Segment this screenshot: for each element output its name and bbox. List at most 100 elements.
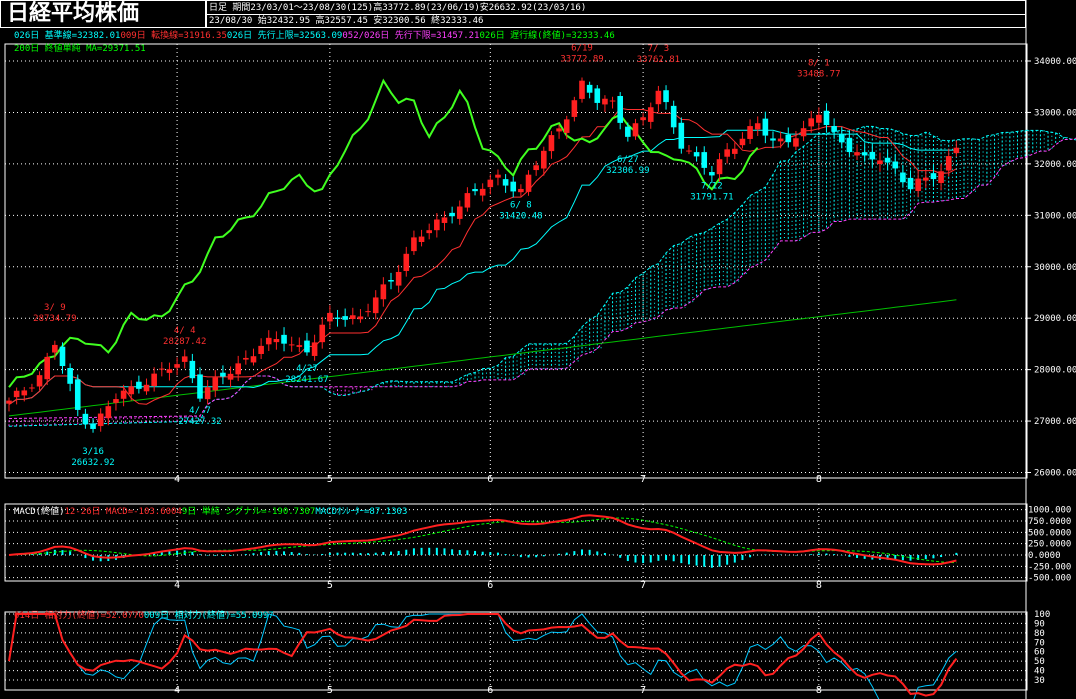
annotation-date: 8/ 1 — [808, 58, 830, 68]
candle-body — [632, 123, 639, 137]
candle-body — [434, 219, 440, 231]
candle-body — [181, 356, 188, 362]
x-tick-label: 7 — [640, 580, 646, 591]
candle-body — [693, 152, 700, 157]
candle-body — [6, 400, 12, 404]
x-tick-label: 8 — [816, 474, 822, 485]
ichimoku-cloud — [8, 126, 1076, 427]
candle-body — [90, 423, 96, 429]
candle-body — [556, 128, 562, 132]
candle-body — [113, 399, 119, 403]
x-tick-label: 5 — [327, 474, 333, 485]
x-tick-label: 4 — [174, 580, 180, 591]
candle-body — [296, 345, 303, 347]
candle-body — [793, 138, 799, 147]
candle-body — [342, 316, 348, 320]
candle-body — [571, 100, 578, 117]
candle-body — [945, 156, 952, 171]
legend-item: 026日 先行上限=32563.09 — [227, 29, 342, 41]
macd-axis-label: 500.0000 — [1028, 528, 1071, 538]
annotation-value: 31420.48 — [499, 212, 542, 222]
candle-body — [403, 253, 410, 271]
candle-body — [869, 151, 876, 160]
candle-body — [395, 271, 402, 286]
candle-body — [739, 138, 746, 146]
candle-body — [785, 134, 792, 143]
candle-body — [418, 236, 425, 243]
annotation-date: 6/ 8 — [510, 201, 532, 211]
candle-body — [105, 406, 112, 419]
legend-item: 009日 相対力(終値)=55.0997 — [144, 609, 274, 621]
candle-body — [923, 177, 929, 181]
candle-body — [372, 297, 379, 314]
x-tick-label: 5 — [327, 580, 333, 591]
price-axis-label: 30000.00 — [1034, 263, 1076, 273]
candle-body — [487, 179, 494, 188]
candle-body — [227, 373, 234, 380]
candle-body — [533, 165, 539, 171]
candle-body — [464, 193, 471, 208]
candle-body — [441, 217, 448, 223]
macd-axis-label: -250.000 — [1028, 562, 1071, 572]
candle-body — [594, 88, 601, 103]
legend-item: MACDｵｼﾚｰﾀｰ=87.1303 — [315, 506, 407, 517]
annotation-value: 28287.42 — [163, 337, 206, 347]
x-tick-label: 6 — [487, 685, 493, 696]
candle-body — [411, 237, 417, 252]
candle-body — [67, 368, 73, 384]
x-tick-label: 4 — [174, 685, 180, 696]
candle-body — [350, 315, 356, 319]
candle-body — [602, 98, 608, 105]
tenkan-line — [8, 107, 957, 405]
candle-body — [197, 374, 203, 399]
candle-body — [930, 173, 937, 180]
candle-body — [36, 375, 43, 387]
candle-body — [44, 356, 50, 380]
annotation-value: 28734.79 — [33, 314, 76, 324]
candle-body — [541, 150, 547, 169]
price-axis-label: 29000.00 — [1034, 314, 1076, 324]
annotation-date: 6/27 — [617, 155, 639, 165]
candle-body — [754, 123, 761, 130]
candle-body — [892, 161, 899, 169]
annotation-value: 33762.81 — [637, 55, 680, 65]
annotation-date: 7/12 — [701, 182, 723, 192]
candle-body — [21, 390, 28, 396]
annotation-date: 4/ 4 — [174, 326, 196, 336]
chart-canvas: 4 4 4 5 5 5 6 6 6 7 7 7 8 8 8 34000.00 33000.00 32000.00 3… — [4, 0, 1076, 699]
annotation-value: 27427.32 — [178, 417, 221, 427]
candle-body — [388, 280, 394, 282]
candle-body — [120, 390, 127, 399]
price-axis-label: 32000.00 — [1034, 160, 1076, 170]
candle-body — [670, 105, 677, 128]
annotation-value: 26632.92 — [71, 458, 114, 468]
candle-body — [579, 80, 585, 99]
legend-item: 12-26日 MACD=-103.6004 — [65, 506, 182, 517]
candle-body — [166, 369, 173, 373]
x-tick-label: 5 — [327, 685, 333, 696]
candle-body — [426, 230, 432, 234]
macd-line — [8, 514, 957, 566]
rsi14-line — [8, 613, 958, 697]
price-axis-label: 27000.00 — [1034, 417, 1076, 427]
annotation-date: 4/ 7 — [189, 406, 211, 416]
candle-body — [304, 340, 310, 353]
candle-body — [900, 172, 906, 183]
candle-body — [510, 181, 517, 192]
candle-body — [548, 135, 555, 152]
candle-body — [884, 157, 891, 163]
candle-body — [854, 152, 860, 156]
macd-axis-label: 0.0000 — [1028, 551, 1061, 561]
candle-body — [380, 284, 387, 300]
legend-item: 009日 転換線=31916.35 — [120, 29, 226, 41]
candle-body — [281, 334, 287, 344]
legend-row: MACD(終値)12-26日 MACD=-103.60049日 単純 シグナル=… — [14, 505, 407, 517]
candle-body — [525, 174, 532, 192]
annotation-value: 33488.77 — [797, 69, 840, 79]
candle-body — [762, 118, 769, 136]
candle-body — [449, 212, 455, 217]
candle-body — [907, 177, 914, 190]
candle-body — [357, 316, 364, 320]
candle-body — [13, 390, 20, 398]
candle-body — [625, 126, 631, 137]
